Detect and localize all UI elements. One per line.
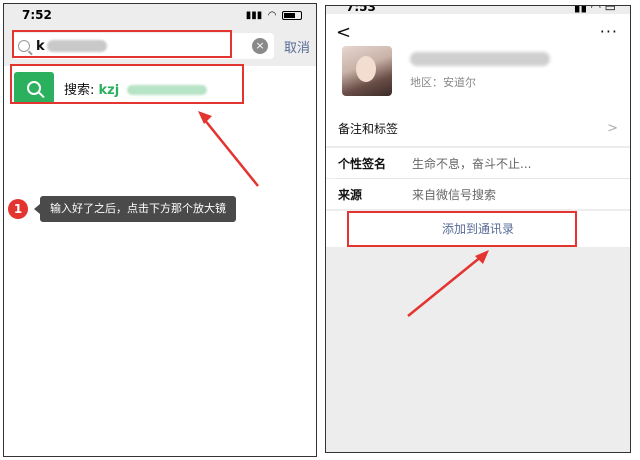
region-text: 地区：安道尔 — [410, 76, 476, 89]
status-icons: ▮▮ ◠ ▭ — [573, 5, 616, 14]
profile-header: < ··· 地区：安道尔 — [326, 14, 630, 110]
status-time: 7:53 — [346, 5, 376, 14]
signature-label: 个性签名 — [338, 156, 387, 171]
source-label: 来源 — [338, 187, 363, 202]
avatar-face — [356, 56, 376, 82]
search-result-highlight — [10, 64, 244, 104]
source-row: 来源 来自微信号搜索 — [326, 179, 630, 209]
remarks-label: 备注和标签 — [338, 121, 399, 136]
chevron-right-icon: > — [607, 120, 618, 136]
status-icons: ▮▮▮ ◠ — [246, 10, 302, 21]
instruction-tooltip: 输入好了之后，点击下方那个放大镜 — [34, 196, 236, 222]
status-bar: 7:52 ▮▮▮ ◠ — [4, 4, 316, 26]
back-button[interactable]: < — [336, 22, 351, 43]
clear-icon[interactable]: × — [251, 38, 268, 54]
add-contact-highlight — [347, 211, 577, 247]
signal-icon: ▮▮▮ — [245, 9, 263, 21]
avatar[interactable] — [342, 46, 392, 96]
cancel-button[interactable]: 取消 — [284, 37, 310, 56]
signature-row: 个性签名 生命不息，奋斗不止... — [326, 148, 630, 178]
signature-value: 生命不息，奋斗不止... — [412, 156, 532, 171]
more-button[interactable]: ··· — [600, 22, 618, 41]
search-input-highlight — [12, 30, 232, 58]
step-badge: 1 — [8, 199, 28, 219]
redacted-name — [410, 52, 550, 66]
status-time: 7:52 — [22, 8, 52, 22]
tutorial-screenshot: 7:52 ▮▮▮ ◠ k × 取消 搜索: kzj 1 输入好了之后，点击下方那… — [0, 0, 640, 460]
battery-icon — [282, 10, 302, 20]
wifi-icon: ◠ — [268, 9, 276, 21]
results-background — [4, 110, 316, 456]
status-bar: 7:53 ▮▮ ◠ ▭ — [326, 5, 630, 14]
source-value: 来自微信号搜索 — [412, 187, 497, 202]
remarks-and-tags-row[interactable]: 备注和标签 > — [326, 110, 630, 146]
